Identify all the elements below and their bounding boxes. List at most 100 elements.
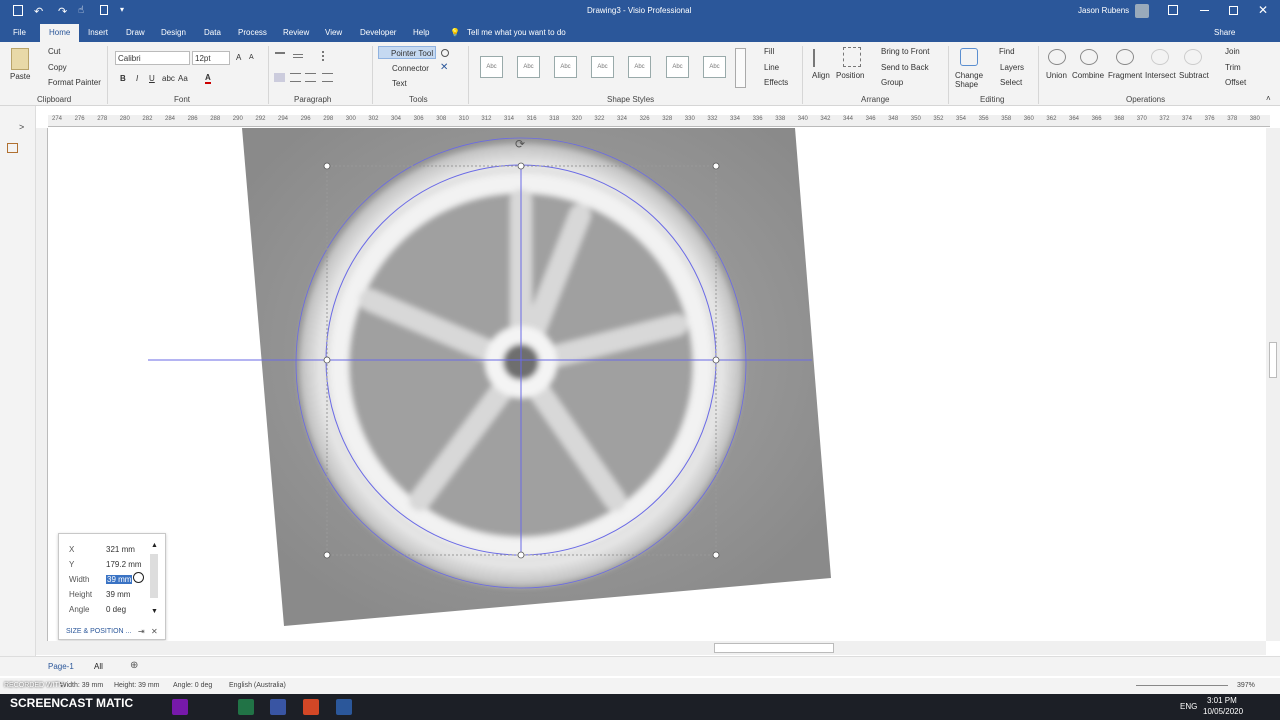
grow-font-icon[interactable]: A: [236, 53, 241, 62]
fragment-button[interactable]: Fragment: [1108, 71, 1142, 80]
zoom-slider[interactable]: [1136, 685, 1228, 686]
height-field[interactable]: 39 mm: [106, 590, 130, 599]
strikethrough-icon[interactable]: abc: [162, 74, 175, 83]
layers-button[interactable]: Layers: [1000, 63, 1024, 72]
pin-icon[interactable]: ⇥: [138, 627, 145, 636]
shape-style-6[interactable]: Abc: [666, 56, 689, 78]
position-button[interactable]: Position: [836, 71, 864, 80]
tab-data[interactable]: Data: [204, 28, 221, 37]
connection-point-icon[interactable]: ✕: [440, 62, 448, 73]
rotation-handle-icon[interactable]: ⟳: [515, 137, 525, 151]
intersect-button[interactable]: Intersect: [1145, 71, 1176, 80]
join-button[interactable]: Join: [1225, 47, 1240, 56]
tab-file[interactable]: File: [13, 28, 26, 37]
tab-help[interactable]: Help: [413, 28, 429, 37]
group-button[interactable]: Group: [881, 78, 903, 87]
add-page-icon[interactable]: ⊕: [130, 660, 138, 671]
justify-icon[interactable]: [322, 73, 333, 82]
combine-button[interactable]: Combine: [1072, 71, 1104, 80]
minimize-icon[interactable]: [1200, 10, 1209, 11]
handle-top-right[interactable]: [712, 162, 720, 170]
intersect-icon[interactable]: [1151, 49, 1169, 65]
align-middle-icon[interactable]: [293, 54, 303, 58]
taskbar-time[interactable]: 3:01 PM: [1207, 696, 1237, 705]
zoom-level[interactable]: 397%: [1237, 682, 1255, 689]
text-tool-button[interactable]: Text: [392, 79, 407, 88]
restore-icon[interactable]: [1229, 6, 1238, 15]
bullets-icon[interactable]: [322, 51, 334, 61]
tell-me-input[interactable]: Tell me what you want to do: [467, 28, 566, 37]
angle-field[interactable]: 0 deg: [106, 605, 126, 614]
taskbar-app-visio[interactable]: [270, 699, 286, 715]
all-pages-button[interactable]: All: [94, 662, 103, 671]
share-button[interactable]: Share: [1214, 28, 1235, 37]
shape-style-7[interactable]: Abc: [703, 56, 726, 78]
drawing-canvas[interactable]: ⟳: [48, 128, 1266, 641]
shapes-pane-icon[interactable]: [7, 143, 18, 153]
user-name[interactable]: Jason Rubens: [1078, 6, 1129, 15]
scroll-up-icon[interactable]: ▲: [151, 542, 158, 549]
vertical-scroll-thumb[interactable]: [1269, 342, 1277, 378]
save-icon[interactable]: [13, 5, 23, 16]
fragment-icon[interactable]: [1116, 49, 1134, 65]
align-button[interactable]: Align: [812, 71, 830, 80]
subtract-icon[interactable]: [1184, 49, 1202, 65]
panel-scrollbar[interactable]: [150, 554, 158, 598]
horizontal-scroll-thumb[interactable]: [714, 643, 834, 653]
taskbar-app-onenote[interactable]: [172, 699, 188, 715]
paste-button[interactable]: Paste: [10, 72, 30, 81]
close-icon[interactable]: ✕: [1258, 3, 1268, 17]
underline-icon[interactable]: U: [149, 74, 155, 83]
tab-view[interactable]: View: [325, 28, 342, 37]
width-field[interactable]: 39 mm: [106, 575, 133, 584]
shape-style-5[interactable]: Abc: [628, 56, 651, 78]
taskbar-app-powerpoint[interactable]: [303, 699, 319, 715]
collapse-ribbon-icon[interactable]: ˄: [1266, 94, 1271, 103]
bring-to-front-button[interactable]: Bring to Front: [881, 47, 929, 56]
redo-icon[interactable]: ↷: [58, 5, 67, 18]
fill-button[interactable]: Fill: [764, 47, 774, 56]
tab-home[interactable]: Home: [40, 24, 80, 42]
tab-developer[interactable]: Developer: [360, 28, 396, 37]
union-icon[interactable]: [1048, 49, 1066, 65]
select-button[interactable]: Select: [1000, 78, 1022, 87]
touch-mode-icon[interactable]: ☝: [78, 5, 84, 16]
ribbon-display-icon[interactable]: [1168, 5, 1178, 15]
font-color-icon[interactable]: A: [205, 73, 211, 84]
y-field[interactable]: 179.2 mm: [106, 560, 142, 569]
tab-design[interactable]: Design: [161, 28, 186, 37]
align-right-icon[interactable]: [305, 73, 316, 82]
shape-styles-scroll[interactable]: [735, 48, 746, 88]
ellipse-tool-icon[interactable]: [441, 49, 449, 57]
format-painter-button[interactable]: Format Painter: [48, 78, 101, 87]
align-top-icon[interactable]: [275, 52, 285, 60]
panel-close-icon[interactable]: ✕: [151, 627, 158, 636]
offset-button[interactable]: Offset: [1225, 78, 1246, 87]
connector-button[interactable]: Connector: [392, 64, 429, 73]
font-name-select[interactable]: Calibri: [115, 51, 190, 65]
pointer-tool-button[interactable]: Pointer Tool: [378, 46, 436, 59]
taskbar-app-excel[interactable]: [238, 699, 254, 715]
customize-qat-icon[interactable]: ▾: [120, 5, 124, 14]
new-doc-icon[interactable]: [100, 5, 108, 15]
scroll-down-icon[interactable]: ▼: [151, 608, 158, 615]
combine-icon[interactable]: [1080, 49, 1098, 65]
tab-process[interactable]: Process: [238, 28, 267, 37]
vertical-scrollbar[interactable]: [1266, 128, 1280, 641]
subtract-button[interactable]: Subtract: [1179, 71, 1209, 80]
shape-style-1[interactable]: Abc: [480, 56, 503, 78]
shape-style-2[interactable]: Abc: [517, 56, 540, 78]
taskbar-lang[interactable]: ENG: [1180, 702, 1197, 711]
trim-button[interactable]: Trim: [1225, 63, 1241, 72]
x-field[interactable]: 321 mm: [106, 545, 135, 554]
tab-review[interactable]: Review: [283, 28, 309, 37]
handle-bottom-left[interactable]: [323, 551, 331, 559]
change-case-icon[interactable]: Aa: [178, 74, 188, 83]
cut-button[interactable]: Cut: [48, 47, 60, 56]
expand-shapes-icon[interactable]: >: [19, 122, 24, 132]
undo-icon[interactable]: ↶: [34, 5, 43, 18]
paste-icon[interactable]: [11, 48, 29, 70]
send-to-back-button[interactable]: Send to Back: [881, 63, 929, 72]
taskbar-date[interactable]: 10/05/2020: [1203, 707, 1243, 716]
copy-button[interactable]: Copy: [48, 63, 67, 72]
